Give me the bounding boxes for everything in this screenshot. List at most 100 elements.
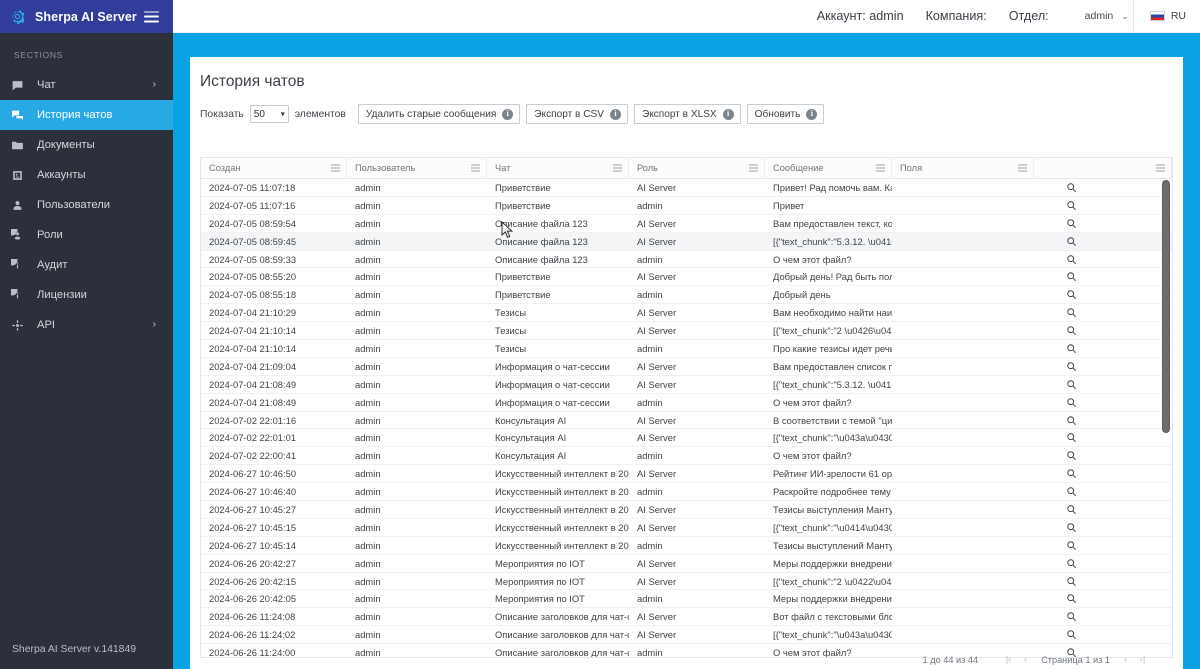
magnifier-icon[interactable] bbox=[1066, 307, 1077, 318]
magnifier-icon[interactable] bbox=[1066, 361, 1077, 372]
table-row[interactable]: 2024-07-05 08:59:45 admin Описание файла 1… bbox=[201, 232, 1172, 251]
magnifier-icon[interactable] bbox=[1066, 611, 1077, 622]
table-cell-actions[interactable] bbox=[1034, 304, 1172, 321]
table-cell-actions[interactable] bbox=[1034, 412, 1172, 429]
table-header-created[interactable]: Создан bbox=[201, 158, 347, 178]
table-cell-actions[interactable] bbox=[1034, 429, 1172, 446]
table-row[interactable]: 2024-07-05 11:07:18 admin Приветствие AI Se… bbox=[201, 179, 1172, 197]
magnifier-icon[interactable] bbox=[1066, 468, 1077, 479]
table-cell-actions[interactable] bbox=[1034, 501, 1172, 518]
table-row[interactable]: 2024-07-04 21:09:04 admin Информация о чат… bbox=[201, 357, 1172, 376]
magnifier-icon[interactable] bbox=[1066, 343, 1077, 354]
table-scrollbar-thumb[interactable] bbox=[1162, 180, 1170, 433]
magnifier-icon[interactable] bbox=[1066, 522, 1077, 533]
table-row[interactable]: 2024-06-26 20:42:05 admin Мероприятия по I… bbox=[201, 590, 1172, 609]
magnifier-icon[interactable] bbox=[1066, 486, 1077, 497]
table-header-message[interactable]: Сообщение bbox=[765, 158, 892, 178]
table-row[interactable]: 2024-07-04 21:10:14 admin Тезисы AI Server [… bbox=[201, 322, 1172, 341]
pagination-prev-button[interactable]: ‹ bbox=[1017, 654, 1034, 665]
pagination-last-button[interactable]: ›| bbox=[1134, 654, 1151, 665]
magnifier-icon[interactable] bbox=[1066, 271, 1077, 282]
column-menu-icon[interactable] bbox=[331, 164, 340, 172]
magnifier-icon[interactable] bbox=[1066, 450, 1077, 461]
magnifier-icon[interactable] bbox=[1066, 629, 1077, 640]
table-vertical-scrollbar[interactable] bbox=[1162, 180, 1170, 657]
magnifier-icon[interactable] bbox=[1066, 182, 1077, 193]
info-circle-icon[interactable]: i bbox=[806, 108, 818, 120]
table-header-actions[interactable] bbox=[1034, 158, 1172, 178]
table-row[interactable]: 2024-06-27 10:46:50 admin Искусственный ин… bbox=[201, 465, 1172, 484]
pagination-first-button[interactable]: |‹ bbox=[1000, 654, 1017, 665]
table-row[interactable]: 2024-06-27 10:46:40 admin Искусственный ин… bbox=[201, 483, 1172, 502]
column-menu-icon[interactable] bbox=[749, 164, 758, 172]
magnifier-icon[interactable] bbox=[1066, 593, 1077, 604]
table-row[interactable]: 2024-06-26 20:42:27 admin Мероприятия по I… bbox=[201, 554, 1172, 573]
magnifier-icon[interactable] bbox=[1066, 576, 1077, 587]
magnifier-icon[interactable] bbox=[1066, 254, 1077, 265]
table-row[interactable]: 2024-07-04 21:10:14 admin Тезисы admin Про к… bbox=[201, 340, 1172, 358]
table-row[interactable]: 2024-07-05 08:55:20 admin Приветствие AI Se… bbox=[201, 268, 1172, 287]
table-cell-actions[interactable] bbox=[1034, 286, 1172, 303]
info-circle-icon[interactable]: i bbox=[609, 108, 621, 120]
table-header-user[interactable]: Пользователь bbox=[347, 158, 487, 178]
table-cell-actions[interactable] bbox=[1034, 394, 1172, 411]
table-cell-actions[interactable] bbox=[1034, 626, 1172, 643]
table-row[interactable]: 2024-07-02 22:01:16 admin Консультация AI A… bbox=[201, 411, 1172, 430]
language-switcher[interactable]: RU bbox=[1132, 0, 1200, 33]
magnifier-icon[interactable] bbox=[1066, 504, 1077, 515]
table-cell-actions[interactable] bbox=[1034, 358, 1172, 375]
magnifier-icon[interactable] bbox=[1066, 558, 1077, 569]
table-row[interactable]: 2024-07-02 22:01:01 admin Консультация AI A… bbox=[201, 429, 1172, 448]
table-row[interactable]: 2024-06-27 10:45:27 admin Искусственный ин… bbox=[201, 501, 1172, 519]
table-cell-actions[interactable] bbox=[1034, 179, 1172, 196]
magnifier-icon[interactable] bbox=[1066, 289, 1077, 300]
refresh-button[interactable]: Обновить i bbox=[746, 104, 825, 124]
sidebar-item-6[interactable]: Аудит bbox=[0, 250, 173, 280]
table-cell-actions[interactable] bbox=[1034, 555, 1172, 572]
pagination-next-button[interactable]: › bbox=[1117, 654, 1134, 665]
magnifier-icon[interactable] bbox=[1066, 236, 1077, 247]
table-row[interactable]: 2024-06-27 10:45:15 admin Искусственный ин… bbox=[201, 518, 1172, 537]
magnifier-icon[interactable] bbox=[1066, 218, 1077, 229]
table-cell-actions[interactable] bbox=[1034, 519, 1172, 536]
column-menu-icon[interactable] bbox=[613, 164, 622, 172]
hamburger-menu-icon[interactable] bbox=[144, 11, 159, 22]
column-menu-icon[interactable] bbox=[1018, 164, 1027, 172]
delete-old-messages-button[interactable]: Удалить старые сообщения i bbox=[357, 104, 521, 124]
magnifier-icon[interactable] bbox=[1066, 432, 1077, 443]
table-cell-actions[interactable] bbox=[1034, 215, 1172, 232]
table-row[interactable]: 2024-07-04 21:08:49 admin Информация о чат… bbox=[201, 393, 1172, 412]
page-size-wrap[interactable]: 102550100 bbox=[249, 105, 289, 123]
sidebar-item-7[interactable]: Лицензии bbox=[0, 280, 173, 310]
magnifier-icon[interactable] bbox=[1066, 379, 1077, 390]
table-cell-actions[interactable] bbox=[1034, 340, 1172, 357]
table-row[interactable]: 2024-06-27 10:45:14 admin Искусственный ин… bbox=[201, 536, 1172, 555]
export-csv-button[interactable]: Экспорт в CSV i bbox=[526, 104, 628, 124]
table-row[interactable]: 2024-07-05 08:59:33 admin Описание файла 1… bbox=[201, 250, 1172, 269]
sidebar-item-0[interactable]: Чат › bbox=[0, 70, 173, 100]
table-cell-actions[interactable] bbox=[1034, 322, 1172, 339]
table-cell-actions[interactable] bbox=[1034, 251, 1172, 268]
table-cell-actions[interactable] bbox=[1034, 268, 1172, 285]
magnifier-icon[interactable] bbox=[1066, 200, 1077, 211]
magnifier-icon[interactable] bbox=[1066, 540, 1077, 551]
sidebar-item-8[interactable]: API › bbox=[0, 310, 173, 340]
sidebar-item-3[interactable]: Аккаунты bbox=[0, 160, 173, 190]
table-cell-actions[interactable] bbox=[1034, 233, 1172, 250]
magnifier-icon[interactable] bbox=[1066, 397, 1077, 408]
sidebar-item-4[interactable]: Пользователи bbox=[0, 190, 173, 220]
table-header-chat[interactable]: Чат bbox=[487, 158, 629, 178]
table-cell-actions[interactable] bbox=[1034, 590, 1172, 607]
table-header-fields[interactable]: Поля bbox=[892, 158, 1034, 178]
table-row[interactable]: 2024-07-04 21:08:49 admin Информация о чат… bbox=[201, 375, 1172, 394]
table-cell-actions[interactable] bbox=[1034, 608, 1172, 625]
table-row[interactable]: 2024-07-04 21:10:29 admin Тезисы AI Server В… bbox=[201, 304, 1172, 323]
export-xlsx-button[interactable]: Экспорт в XLSX i bbox=[633, 104, 741, 124]
column-menu-icon[interactable] bbox=[876, 164, 885, 172]
table-cell-actions[interactable] bbox=[1034, 573, 1172, 590]
page-size-select[interactable]: 102550100 bbox=[249, 105, 289, 123]
sidebar-item-2[interactable]: Документы bbox=[0, 130, 173, 160]
table-row[interactable]: 2024-07-05 08:55:18 admin Приветствие admin… bbox=[201, 286, 1172, 305]
table-cell-actions[interactable] bbox=[1034, 376, 1172, 393]
table-cell-actions[interactable] bbox=[1034, 465, 1172, 482]
